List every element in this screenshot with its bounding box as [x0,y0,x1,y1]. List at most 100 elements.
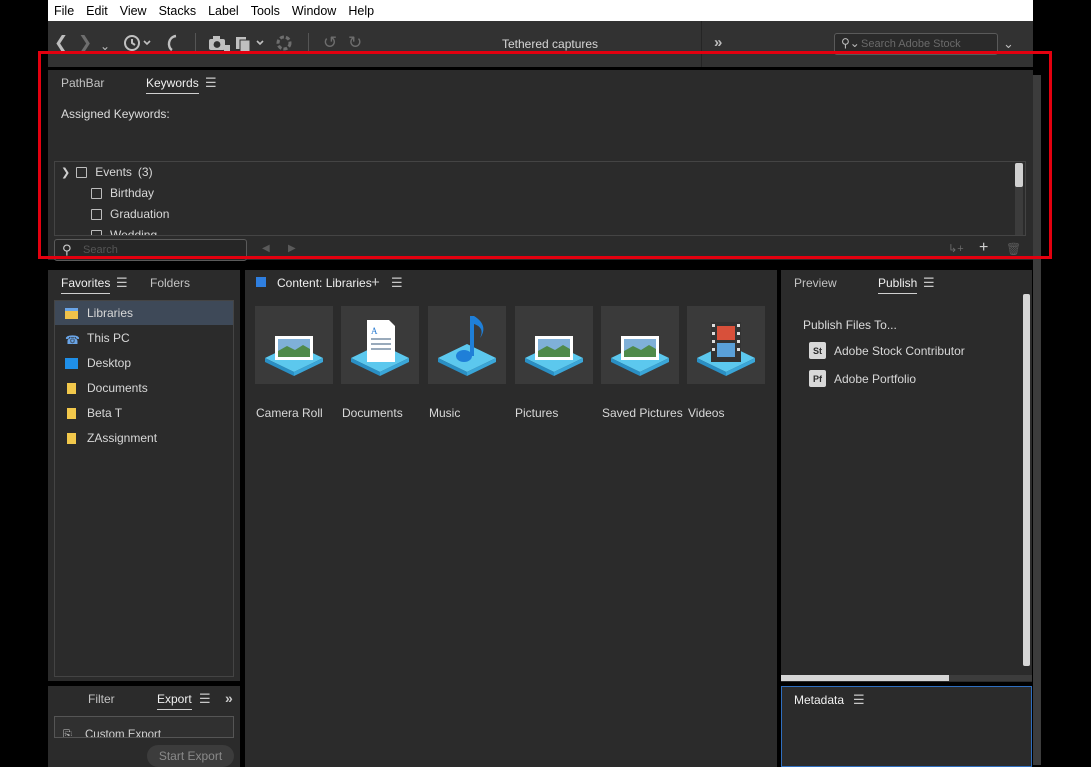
keyword-checkbox[interactable] [91,229,102,235]
workspace-title[interactable]: Tethered captures [502,37,598,51]
tab-filter[interactable]: Filter [88,692,115,706]
content-item-label: Camera Roll [256,406,323,420]
keyword-search-input[interactable] [83,243,243,257]
keyword-tree: ❯ Events (3) Birthday Graduation Wedding [54,161,1026,236]
panel-menu-icon[interactable]: ☰ [853,692,865,708]
toolbar-separator [308,33,309,53]
document-library-icon: A [351,320,409,376]
rotate-icon[interactable] [275,33,293,58]
keyword-checkbox[interactable] [76,166,88,178]
start-export-button[interactable]: Start Export [147,745,234,767]
keyword-search-field[interactable]: ⚲ [54,239,247,261]
picture-library-icon [611,336,669,376]
previous-icon[interactable]: ◀ [262,243,270,254]
tab-keywords[interactable]: Keywords [146,76,199,94]
back-icon[interactable]: ❮ [54,33,68,53]
tab-pathbar[interactable]: PathBar [61,76,104,90]
add-icon[interactable]: + [371,274,380,291]
publish-scroll-thumb[interactable] [1023,294,1030,666]
camera-icon[interactable] [208,33,230,58]
publish-item-portfolio[interactable]: Pf Adobe Portfolio [809,370,916,387]
menu-window[interactable]: Window [286,4,342,18]
favorite-this-pc[interactable]: ☎ This PC [55,326,233,350]
menu-edit[interactable]: Edit [80,4,114,18]
refine-icon[interactable] [235,33,269,58]
chevron-down-icon[interactable]: ⌄ [100,36,110,56]
panel-menu-icon[interactable]: ☰ [205,75,217,91]
stock-search-input[interactable] [861,36,993,52]
keyword-checkbox[interactable] [91,187,102,199]
content-tabbar: Content: Libraries + ☰ [245,270,777,296]
menu-bar: File Edit View Stacks Label Tools Window… [48,0,1033,21]
panel-menu-icon[interactable]: ☰ [199,691,211,707]
publish-hscroll-thumb[interactable] [781,675,949,681]
content-item-label: Music [429,406,461,420]
tab-preview[interactable]: Preview [794,276,837,290]
content-tile-pictures[interactable] [515,306,593,384]
new-keyword-icon[interactable]: + [979,239,988,257]
panel-menu-icon[interactable]: ☰ [923,275,935,291]
menu-help[interactable]: Help [342,4,380,18]
publish-item-stock[interactable]: St Adobe Stock Contributor [809,342,965,359]
keyword-row-events[interactable]: ❯ Events (3) [61,162,153,182]
panel-menu-icon[interactable]: ☰ [116,275,128,291]
chevron-down-icon[interactable]: ⌄ [1003,34,1014,54]
tab-folders[interactable]: Folders [150,276,190,290]
favorites-list: Libraries ☎ This PC Desktop Documents Be… [54,300,234,677]
custom-export-label: Custom Export [85,729,162,738]
rotate-left-icon[interactable]: ↺ [323,33,337,53]
tab-favorites[interactable]: Favorites [61,276,111,294]
menu-tools[interactable]: Tools [245,4,286,18]
new-sub-keyword-icon[interactable]: ↳+ [948,242,964,255]
libraries-icon [65,307,78,319]
content-tile-documents[interactable]: A [341,306,419,384]
favorite-beta-t[interactable]: Beta T [55,401,233,425]
favorite-documents[interactable]: Documents [55,376,233,400]
export-icon: ⎘ [63,729,72,738]
keyword-checkbox[interactable] [91,208,102,220]
svg-text:A: A [371,326,378,336]
menu-view[interactable]: View [114,4,153,18]
keyword-row-graduation[interactable]: Graduation [91,204,169,224]
menu-stacks[interactable]: Stacks [153,4,203,18]
toolbar-separator [195,33,196,53]
search-icon: ⚲⌄ [841,36,860,50]
recent-history-icon[interactable] [123,33,153,58]
boomerang-icon[interactable] [164,33,180,58]
more-workspaces-icon[interactable]: » [714,33,722,53]
keywords-panel: PathBar Keywords ☰ Assigned Keywords: ❯ … [48,70,1033,261]
tab-export[interactable]: Export [157,692,192,710]
tab-metadata[interactable]: Metadata [794,693,844,710]
panel-menu-icon[interactable]: ☰ [391,275,403,291]
window-scrollbar[interactable] [1033,75,1041,765]
content-tile-saved-pictures[interactable] [601,306,679,384]
chevron-down-icon[interactable]: ❯ [61,166,70,179]
rotate-right-icon[interactable]: ↻ [348,33,362,53]
keyword-row-birthday[interactable]: Birthday [91,183,154,203]
publish-scrollbar[interactable] [1023,294,1030,666]
keyword-scrollbar[interactable] [1015,163,1023,235]
custom-export-item[interactable]: ⎘ Custom Export [54,716,234,738]
content-item-label: Videos [688,406,725,420]
keyword-scroll-thumb[interactable] [1015,163,1023,187]
trash-icon[interactable]: 🗑 [1006,242,1021,256]
favorite-desktop[interactable]: Desktop [55,351,233,375]
content-tile-videos[interactable] [687,306,765,384]
picture-library-icon [525,336,583,376]
keyword-row-wedding[interactable]: Wedding [91,225,157,235]
favorite-zassignment[interactable]: ZAssignment [55,426,233,450]
favorite-libraries[interactable]: Libraries [55,301,233,325]
forward-icon[interactable]: ❯ [78,33,92,53]
menu-file[interactable]: File [48,4,80,18]
content-tile-camera-roll[interactable] [255,306,333,384]
publish-horizontal-scrollbar[interactable] [781,675,1032,681]
music-library-icon [438,316,496,376]
tab-publish[interactable]: Publish [878,276,918,294]
favorite-label: Libraries [87,306,134,320]
toolbar: ❮ ❯ ⌄ ↺ ↻ Tethered captures » ⚲⌄ ⌄ [48,21,1033,67]
stock-search-field[interactable]: ⚲⌄ [834,33,998,55]
content-tile-music[interactable] [428,306,506,384]
next-icon[interactable]: ▶ [288,243,296,254]
menu-label[interactable]: Label [202,4,245,18]
expand-panels-icon[interactable]: » [225,690,233,706]
